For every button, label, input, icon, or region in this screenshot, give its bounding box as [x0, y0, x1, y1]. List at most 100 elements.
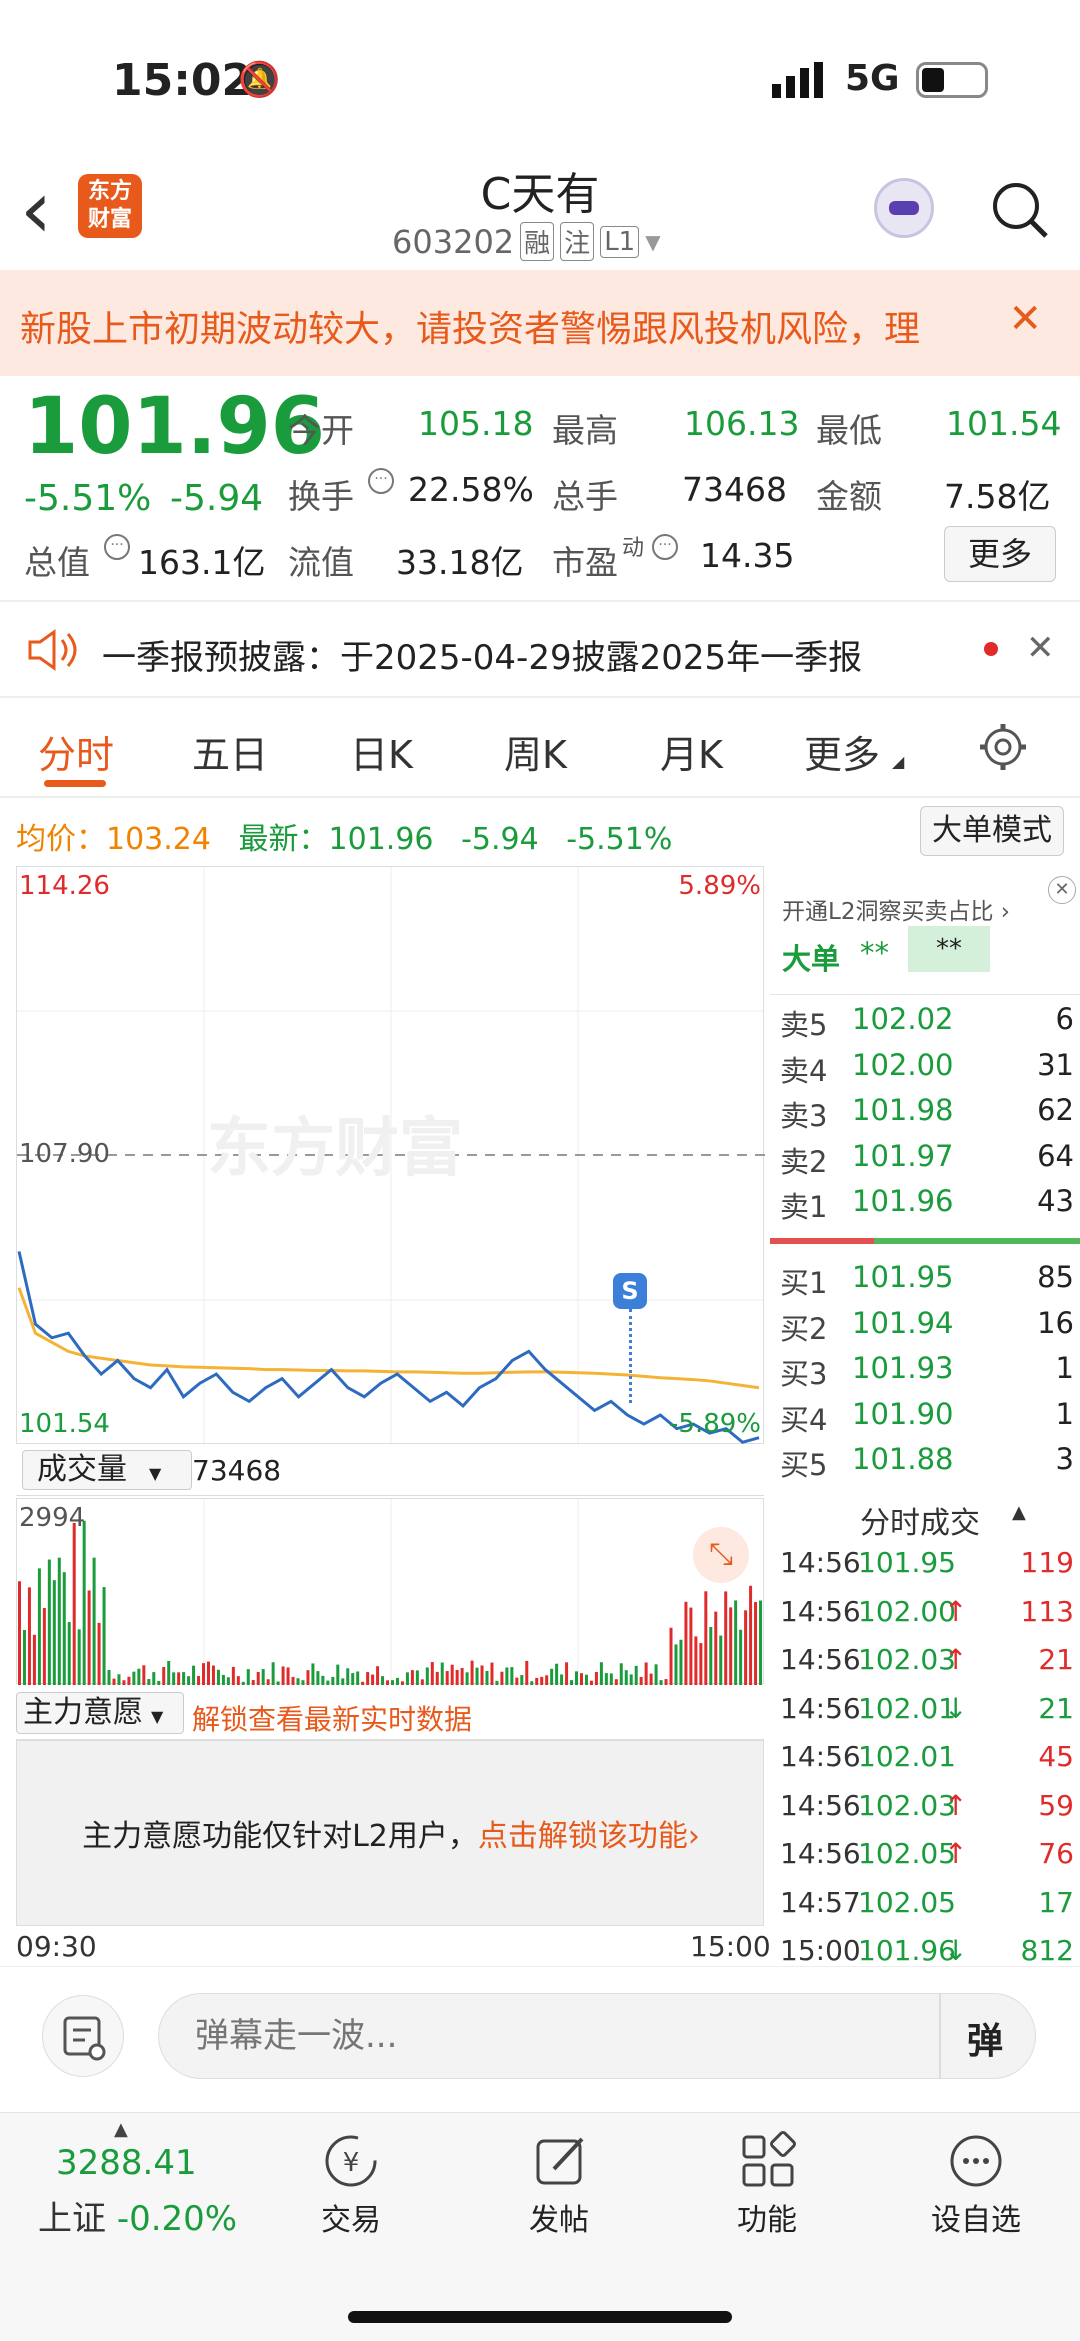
sell-level: 卖2 [780, 1144, 828, 1179]
buy-level: 买1 [780, 1266, 828, 1300]
sell-row[interactable]: 卖5 102.02 6 [780, 1002, 1080, 1046]
tab-more-arrow-icon: ◢ [892, 752, 905, 771]
nav-function[interactable]: 功能 [734, 2195, 800, 2239]
tick-time: 15:00 [780, 1934, 861, 1967]
main-force-selector[interactable]: 主力意愿 ▼ [16, 1692, 184, 1734]
nav-trade[interactable]: 交易 [318, 2195, 384, 2239]
index-row[interactable]: 上证 -0.20% [38, 2191, 237, 2240]
volume-bar [386, 1680, 390, 1685]
tick-row: 14:56 102.01 ↓ 21 [780, 1692, 1080, 1736]
tab-intraday[interactable]: 分时 [38, 724, 114, 779]
trade-icon[interactable]: ¥ [318, 2131, 384, 2191]
function-icon[interactable] [738, 2131, 798, 2191]
sell-price: 101.97 [852, 1138, 954, 1173]
watermark: 东方财富 [207, 1112, 463, 1186]
stock-code-row[interactable]: 603202 融 注 L1 ▼ [392, 222, 661, 261]
tab-more[interactable]: 更多 [804, 724, 880, 779]
nav-add-watchlist[interactable]: 设自选 [916, 2195, 1036, 2239]
sell-row[interactable]: 卖1 101.96 43 [780, 1184, 1080, 1228]
info-icon[interactable]: ··· [104, 534, 130, 560]
tab-weekly-k[interactable]: 周K [504, 724, 567, 779]
info-icon[interactable]: ··· [368, 468, 394, 494]
volume-bar [306, 1670, 310, 1685]
info-icon[interactable]: ··· [652, 534, 678, 560]
volume-bar [316, 1671, 320, 1685]
robot-assistant-icon[interactable] [874, 178, 934, 238]
main-force-message: 主力意愿功能仅针对L2用户， [82, 1819, 478, 1854]
tick-time: 14:56 [780, 1691, 861, 1725]
volume-bar [57, 1557, 61, 1685]
notice-close-button[interactable]: ✕ [1026, 628, 1055, 668]
ticks-title: 分时成交 [860, 1506, 980, 1541]
main-force-label: 主力意愿 [23, 1695, 143, 1730]
tick-time: 14:56 [780, 1837, 861, 1870]
buy-level: 买3 [780, 1357, 828, 1391]
amount-value: 7.58亿 [944, 477, 1051, 516]
signal-marker-icon[interactable]: S [613, 1273, 647, 1309]
buy-row[interactable]: 买3 101.93 1 [780, 1351, 1080, 1395]
sell-row[interactable]: 卖2 101.97 64 [780, 1139, 1080, 1183]
more-dots-icon[interactable] [946, 2131, 1006, 2191]
big-order-value-1: ** [860, 936, 889, 970]
tick-row: 14:57 102.05 17 [780, 1886, 1080, 1930]
tab-daily-k[interactable]: 日K [350, 724, 413, 779]
volume-bar [759, 1600, 763, 1685]
volume-bar [475, 1667, 479, 1685]
banner-close-button[interactable]: ✕ [1008, 296, 1042, 342]
post-icon[interactable] [530, 2131, 590, 2191]
volume-bar [734, 1600, 738, 1685]
volume-bar [520, 1675, 524, 1685]
volume-bar [400, 1681, 404, 1685]
price-chart[interactable]: 东方财富 114.26 5.89% 107.90 101.54 -5.89% S [16, 866, 765, 1445]
divider [0, 796, 1080, 798]
tick-volume: 45 [1038, 1740, 1074, 1773]
volume-bar [704, 1591, 708, 1685]
buy-row[interactable]: 买2 101.94 16 [780, 1306, 1080, 1350]
volume-bar [172, 1672, 176, 1685]
buy-volume: 1 [1055, 1351, 1074, 1385]
unlock-data-link[interactable]: 解锁查看最新实时数据 [192, 1698, 472, 1738]
notes-icon[interactable] [42, 1995, 124, 2077]
tab-five-day[interactable]: 五日 [192, 724, 268, 779]
pe-sup: 动 [622, 536, 645, 561]
sell-row[interactable]: 卖3 101.98 62 [780, 1093, 1080, 1137]
unlock-feature-link[interactable]: 点击解锁该功能 [478, 1819, 688, 1854]
tab-monthly-k[interactable]: 月K [660, 724, 723, 779]
search-icon[interactable] [990, 180, 1050, 240]
buy-row[interactable]: 买1 101.95 85 [780, 1260, 1080, 1304]
change-val: -5.94 [170, 478, 264, 519]
tick-volume: 119 [1020, 1546, 1074, 1579]
sell-level: 卖4 [780, 1053, 828, 1088]
volume-bar [142, 1665, 146, 1685]
big-order-mode-button[interactable]: 大单模式 [920, 806, 1064, 856]
volume-bar [27, 1587, 31, 1685]
volume-chart[interactable]: 2994 ⤡ [16, 1498, 764, 1685]
volume-bar [629, 1674, 633, 1685]
index-value[interactable]: 3288.41 [56, 2143, 197, 2183]
mcap-label: 总值 [24, 543, 90, 582]
tag-margin: 融 [520, 222, 555, 261]
volume-bar [311, 1663, 315, 1685]
settings-gear-icon[interactable] [978, 722, 1028, 772]
l2-promo-link[interactable]: 开通L2洞察买卖占比 › [782, 892, 1010, 926]
more-button[interactable]: 更多 [944, 526, 1056, 582]
close-icon[interactable]: ✕ [1048, 876, 1076, 904]
notice-text[interactable]: 一季报预披露：于2025-04-29披露2025年一季报 [102, 630, 862, 679]
buy-row[interactable]: 买4 101.90 1 [780, 1397, 1080, 1441]
volume-bar [659, 1680, 663, 1685]
volume-bar [376, 1666, 380, 1685]
nav-post[interactable]: 发帖 [526, 2195, 592, 2239]
volume-bar [356, 1671, 360, 1685]
danmu-toggle-icon[interactable]: 弹 [967, 2012, 1003, 2064]
low-label: 最低 [816, 411, 882, 450]
buy-row[interactable]: 买5 101.88 3 [780, 1442, 1080, 1486]
collapse-icon[interactable]: ▲ [1012, 1502, 1026, 1523]
volume-selector[interactable]: 成交量 ▼ [22, 1450, 192, 1490]
volume-bar [336, 1664, 340, 1685]
sell-row[interactable]: 卖4 102.00 31 [780, 1048, 1080, 1092]
comment-input[interactable] [195, 2010, 755, 2062]
tick-row: 14:56 102.00 ↑ 113 [780, 1595, 1080, 1639]
expand-icon[interactable]: ⤡ [693, 1527, 749, 1583]
signal-marker-line [629, 1309, 632, 1403]
volume-bar [589, 1680, 593, 1685]
